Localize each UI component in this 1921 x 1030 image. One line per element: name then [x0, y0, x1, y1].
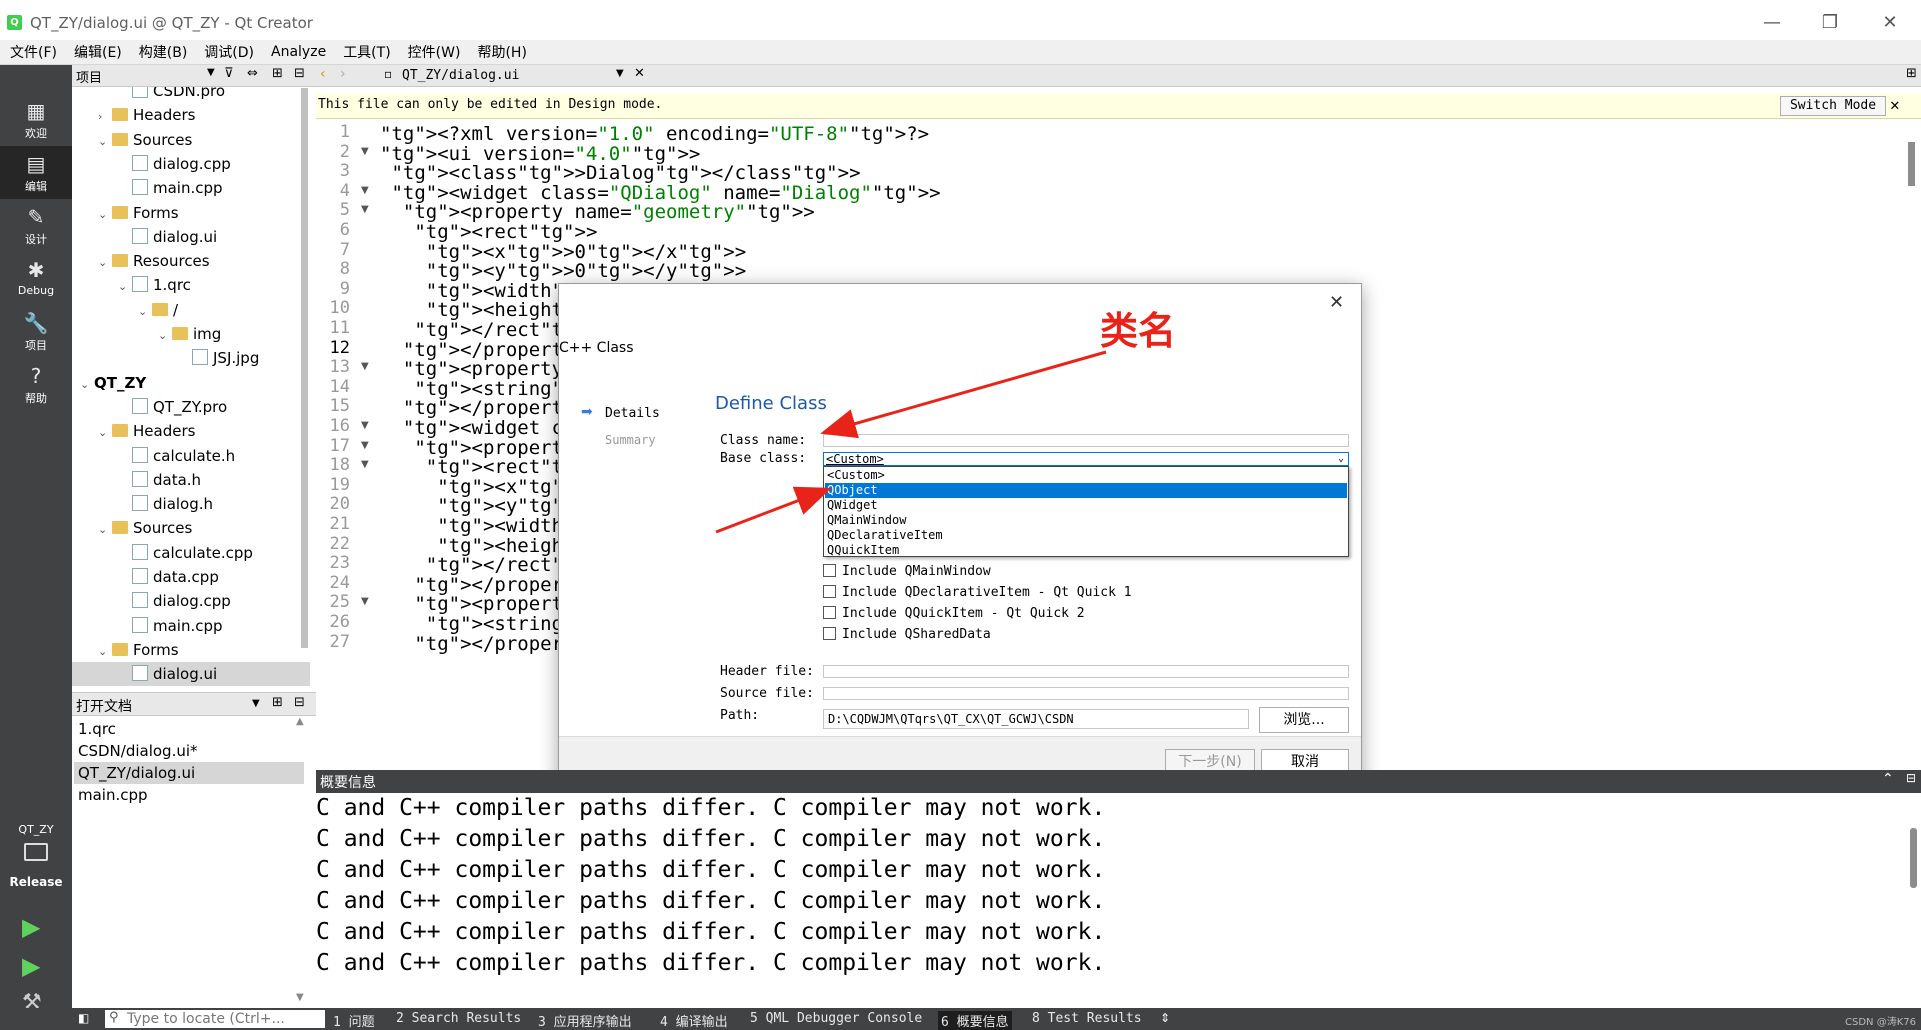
annotation-arrow-qobject [715, 486, 832, 534]
output-line: C and C++ compiler paths differ. C compi… [316, 888, 1106, 914]
status-bar: ◧ Type to locate (Ctrl+... ⚲ 1 问题 2 Sear… [0, 1008, 1921, 1030]
output-line: C and C++ compiler paths differ. C compi… [316, 950, 1106, 976]
output-line: C and C++ compiler paths differ. C compi… [316, 857, 1106, 883]
output-pane: C and C++ compiler paths differ. C compi… [316, 793, 1906, 1008]
annotation-arrow-class-name [820, 350, 1107, 439]
output-line: C and C++ compiler paths differ. C compi… [316, 919, 1106, 945]
tab-search-results[interactable]: 2 Search Results [396, 1011, 521, 1026]
locator-input[interactable]: Type to locate (Ctrl+... [105, 1010, 325, 1028]
watermark: CSDN @涛K76 [1845, 1017, 1916, 1028]
tab-test-results[interactable]: 8 Test Results [1032, 1011, 1142, 1026]
tab-general-messages[interactable]: 6 概要信息 [938, 1011, 1012, 1030]
output-line: C and C++ compiler paths differ. C compi… [316, 826, 1106, 852]
tab-compile-output[interactable]: 4 编译输出 [660, 1011, 728, 1030]
close-pane-icon[interactable]: ⊟ [1906, 771, 1916, 785]
chevron-up-icon[interactable]: ⌃ [1882, 771, 1894, 787]
tab-qml-debugger-console[interactable]: 5 QML Debugger Console [750, 1011, 922, 1026]
toggle-sidebar-icon[interactable]: ◧ [78, 1011, 89, 1025]
output-line: C and C++ compiler paths differ. C compi… [316, 795, 1106, 821]
search-icon: ⚲ [109, 1010, 119, 1025]
tab-application-output[interactable]: 3 应用程序输出 [538, 1011, 632, 1030]
annotation-label: 类名 [1100, 309, 1177, 353]
chevron-updown-icon[interactable]: ⇕ [1160, 1011, 1170, 1025]
tab-issues[interactable]: 1 问题 [333, 1011, 375, 1030]
output-scrollbar[interactable] [1910, 828, 1917, 888]
output-pane-header: 概要信息 ⌃ ⊟ [316, 770, 1921, 793]
output-pane-title: 概要信息 [320, 775, 376, 791]
